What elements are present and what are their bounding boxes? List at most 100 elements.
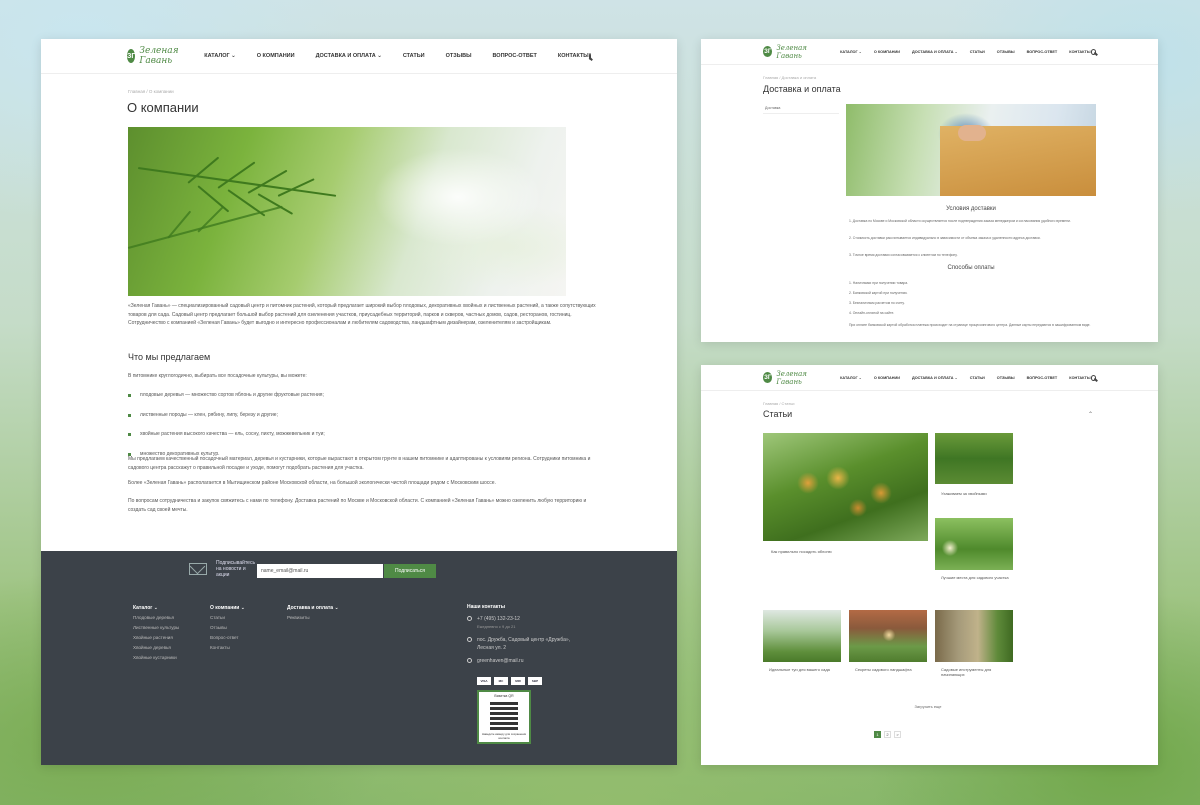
- article-image-shop[interactable]: [935, 610, 1013, 662]
- footer: Каталог ⌄ Плодовые деревья Лиственные ку…: [41, 591, 677, 765]
- nav-articles[interactable]: СТАТЬИ: [970, 50, 985, 54]
- footer-link[interactable]: Вопрос-ответ: [210, 633, 245, 643]
- payment-item: 4. Онлайн-оплатой на сайте.: [849, 311, 895, 315]
- page-title: Доставка и оплата: [763, 84, 841, 94]
- nav-catalog[interactable]: КАТАЛОГ ⌄: [840, 49, 862, 54]
- nav-contacts[interactable]: КОНТАКТЫ: [1069, 50, 1090, 54]
- article-image-garden[interactable]: [935, 518, 1013, 570]
- visa-icon: VISA: [477, 677, 491, 685]
- nav-about[interactable]: О КОМПАНИИ: [874, 50, 900, 54]
- page-title: Статьи: [763, 409, 793, 419]
- footer-company: О компании ⌄ Статьи Отзывы Вопрос-ответ …: [210, 603, 245, 653]
- footer-delivery-title[interactable]: Доставка и оплата ⌄: [287, 603, 339, 613]
- nav-reviews[interactable]: ОТЗЫВЫ: [997, 50, 1015, 54]
- search-icon[interactable]: [1090, 48, 1096, 55]
- nav-about[interactable]: О КОМПАНИИ: [874, 376, 900, 380]
- hand-shape: [958, 125, 986, 141]
- nav-faq[interactable]: ВОПРОС-ОТВЕТ: [1027, 50, 1058, 54]
- payment-item: 2. Банковской картой при получении.: [849, 291, 908, 295]
- sbp-icon: SBP: [528, 677, 542, 685]
- qr-code-icon: [490, 702, 518, 730]
- nav-articles[interactable]: СТАТЬИ: [970, 376, 985, 380]
- intro-text: «Зеленая Гавань» — специализированный са…: [128, 303, 596, 327]
- load-more-button[interactable]: Загрузить еще: [763, 704, 1093, 709]
- footer-link[interactable]: Лиственные культуры: [133, 623, 179, 633]
- article-title[interactable]: Идеальные туи для вашего сада: [769, 667, 839, 672]
- nav-articles[interactable]: СТАТЬИ: [403, 53, 425, 59]
- nav-reviews[interactable]: ОТЗЫВЫ: [446, 53, 472, 59]
- nav-faq[interactable]: ВОПРОС-ОТВЕТ: [492, 53, 536, 59]
- para-4: По вопросам сотрудничества и закупок свя…: [128, 498, 587, 513]
- footer-email[interactable]: greenhaven@mail.ru: [477, 657, 524, 665]
- delivery-page-panel: ЗГ Зеленая Гавань КАТАЛОГ ⌄ О КОМПАНИИ Д…: [701, 39, 1158, 342]
- footer-catalog-title[interactable]: Каталог ⌄: [133, 603, 179, 613]
- logo[interactable]: ЗГ Зеленая Гавань: [763, 44, 826, 60]
- breadcrumb[interactable]: Главная / О компании: [128, 89, 174, 94]
- footer-link[interactable]: Реквизиты: [287, 613, 339, 623]
- search-icon[interactable]: [588, 52, 591, 60]
- offer-heading: Что мы предлагаем: [128, 352, 211, 362]
- article-title[interactable]: Как правильно посадить яблоню: [771, 549, 921, 554]
- footer-link[interactable]: Хвойные деревья: [133, 643, 179, 653]
- logo-emblem: ЗГ: [763, 46, 773, 57]
- logo[interactable]: ЗГ Зеленая Гавань: [763, 370, 826, 386]
- footer-company-title[interactable]: О компании ⌄: [210, 603, 245, 613]
- payment-item: 1. Наличными при получении товара.: [849, 281, 909, 285]
- nav-delivery[interactable]: ДОСТАВКА И ОПЛАТА ⌄: [316, 53, 382, 59]
- logo[interactable]: ЗГ Зеленая Гавань: [127, 46, 184, 66]
- site-header: ЗГ Зеленая Гавань КАТАЛОГ ⌄ О КОМПАНИИ Д…: [701, 365, 1158, 391]
- logo-text: Зеленая Гавань: [139, 46, 179, 66]
- site-header: ЗГ Зеленая Гавань КАТАЛОГ ⌄ О КОМПАНИИ Д…: [41, 39, 677, 74]
- payment-icons: VISA MC MIR SBP: [477, 677, 542, 685]
- page-title: О компании: [127, 100, 199, 115]
- footer-link[interactable]: Статьи: [210, 613, 245, 623]
- chevron-up-icon[interactable]: ⌃: [1088, 411, 1093, 418]
- nav-faq[interactable]: ВОПРОС-ОТВЕТ: [1027, 376, 1058, 380]
- page-1[interactable]: 1: [874, 731, 881, 738]
- pagination: 1 2 >: [874, 731, 901, 738]
- nav-delivery[interactable]: ДОСТАВКА И ОПЛАТА ⌄: [912, 375, 958, 380]
- breadcrumb[interactable]: Главная / Статьи: [763, 401, 795, 406]
- article-image-lantern[interactable]: [849, 610, 927, 662]
- site-header: ЗГ Зеленая Гавань КАТАЛОГ ⌄ О КОМПАНИИ Д…: [701, 39, 1158, 65]
- nav-reviews[interactable]: ОТЗЫВЫ: [997, 376, 1015, 380]
- next-page[interactable]: >: [894, 731, 901, 738]
- delivery-hero-image: [846, 104, 1096, 196]
- footer-link[interactable]: Плодовые деревья: [133, 613, 179, 623]
- article-title[interactable]: Лучшие места для садового участка: [941, 575, 1011, 580]
- nav-catalog[interactable]: КАТАЛОГ ⌄: [840, 375, 862, 380]
- payment-item: 3. Безналичным расчетом по счету.: [849, 301, 905, 305]
- article-image-fir[interactable]: [935, 433, 1013, 484]
- footer-phone[interactable]: +7 (495) 132-23-12: [477, 615, 520, 623]
- sidebar-item-delivery[interactable]: Доставка: [763, 104, 839, 114]
- article-image-apples[interactable]: [763, 433, 928, 541]
- qr-note: Наведите камеру для сохранения контакта: [481, 732, 527, 740]
- envelope-icon: [189, 563, 207, 575]
- article-title[interactable]: Ухаживаем за хвойными: [941, 491, 1011, 496]
- article-title[interactable]: Садовые инструменты для начинающих: [941, 667, 1011, 677]
- nav-catalog[interactable]: КАТАЛОГ ⌄: [204, 53, 236, 59]
- footer-link[interactable]: Хвойные растения: [133, 633, 179, 643]
- subscribe-email-input[interactable]: name_email@mail.ru: [257, 564, 383, 578]
- nav-contacts[interactable]: КОНТАКТЫ: [1069, 376, 1090, 380]
- search-icon[interactable]: [1090, 374, 1096, 381]
- list-item: плодовые деревья — множество сортов ябло…: [128, 392, 325, 398]
- mail-icon: [467, 658, 472, 663]
- subscribe-button[interactable]: Подписаться: [384, 564, 436, 578]
- footer-link[interactable]: Контакты: [210, 643, 245, 653]
- location-icon: [467, 637, 472, 642]
- nav-delivery[interactable]: ДОСТАВКА И ОПЛАТА ⌄: [912, 49, 958, 54]
- article-image-thuja[interactable]: [763, 610, 841, 662]
- footer-link[interactable]: Хвойные кустарники: [133, 653, 179, 663]
- footer-link[interactable]: Отзывы: [210, 623, 245, 633]
- nav-contacts[interactable]: КОНТАКТЫ: [558, 53, 589, 59]
- offer-lead: В питомнике круглогодично, выбирать все …: [128, 373, 307, 379]
- page-2[interactable]: 2: [884, 731, 891, 738]
- list-item: лиственные породы — клен, рябину, липу, …: [128, 412, 325, 418]
- article-title[interactable]: Секреты садового ландшафта: [855, 667, 925, 672]
- main-nav: КАТАЛОГ ⌄ О КОМПАНИИ ДОСТАВКА И ОПЛАТА ⌄…: [204, 53, 588, 59]
- nav-about[interactable]: О КОМПАНИИ: [257, 53, 295, 59]
- payment-heading: Способы оплаты: [947, 265, 995, 271]
- list-item: хвойные растения высокого качества — ель…: [128, 431, 325, 437]
- breadcrumb[interactable]: Главная / Доставка и оплата: [763, 75, 816, 80]
